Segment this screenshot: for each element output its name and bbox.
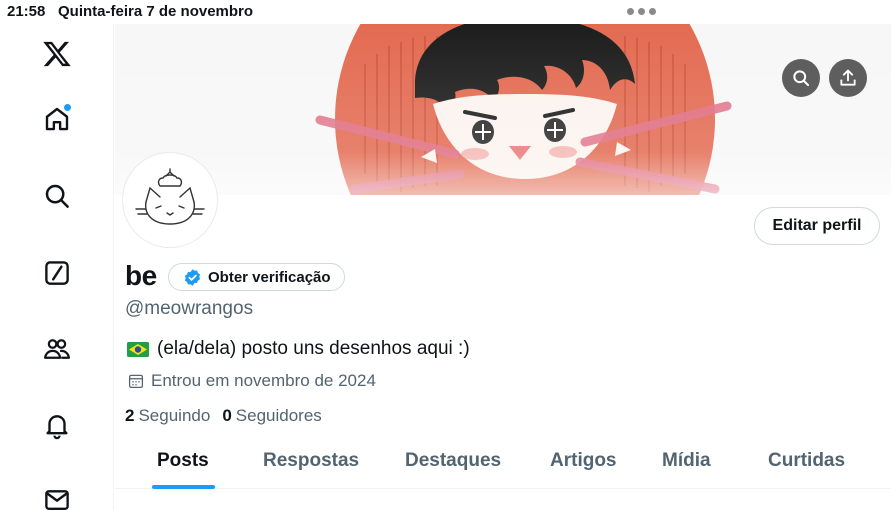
status-bar: 21:58 Quinta-feira 7 de novembro — [0, 0, 893, 24]
multitasking-dots-icon[interactable] — [627, 8, 656, 15]
communities-icon[interactable] — [39, 331, 75, 367]
tab-articles[interactable]: Artigos — [550, 450, 617, 472]
edit-profile-button[interactable]: Editar perfil — [754, 207, 880, 245]
followers-count: 0 — [222, 406, 232, 425]
brazil-flag-icon — [127, 341, 149, 357]
status-date: Quinta-feira 7 de novembro — [58, 3, 254, 20]
search-icon[interactable] — [39, 178, 75, 214]
cat-drawing-avatar — [135, 168, 205, 225]
profile-banner[interactable] — [115, 24, 891, 195]
banner-illustration — [115, 24, 891, 195]
active-tab-indicator — [152, 485, 215, 489]
bio: (ela/dela) posto uns desenhos aqui :) — [127, 338, 470, 360]
user-handle: @meowrangos — [125, 298, 254, 319]
follow-stats: 2 Seguindo 0 Seguidores — [125, 406, 322, 426]
notifications-icon[interactable] — [39, 407, 75, 443]
tab-media[interactable]: Mídia — [662, 450, 711, 472]
followers-link[interactable]: 0 Seguidores — [222, 406, 321, 426]
tab-likes[interactable]: Curtidas — [768, 450, 845, 472]
x-logo-icon[interactable] — [39, 36, 75, 72]
search-icon[interactable] — [782, 59, 820, 97]
calendar-icon — [128, 374, 144, 389]
sidebar — [0, 24, 114, 510]
get-verified-label: Obter verificação — [208, 268, 331, 286]
following-link[interactable]: 2 Seguindo — [125, 406, 210, 426]
profile-tabs: Posts Respostas Destaques Artigos Mídia … — [115, 436, 891, 489]
compose-icon[interactable] — [39, 255, 75, 291]
bio-text: (ela/dela) posto uns desenhos aqui :) — [157, 338, 470, 359]
join-date-text: Entrou em novembro de 2024 — [151, 371, 376, 390]
share-icon[interactable] — [829, 59, 867, 97]
join-date: Entrou em novembro de 2024 — [127, 371, 376, 391]
avatar[interactable] — [123, 153, 217, 247]
notification-dot — [64, 104, 71, 111]
tab-replies[interactable]: Respostas — [263, 450, 359, 472]
following-count: 2 — [125, 406, 135, 425]
messages-icon[interactable] — [39, 482, 75, 510]
display-name: be — [125, 260, 157, 291]
tab-posts[interactable]: Posts — [157, 450, 209, 472]
get-verified-button[interactable]: Obter verificação — [168, 263, 345, 291]
following-label: Seguindo — [138, 406, 211, 425]
status-time: 21:58 — [7, 3, 46, 20]
tab-highlights[interactable]: Destaques — [405, 450, 501, 472]
followers-label: Seguidores — [235, 406, 322, 425]
home-icon[interactable] — [39, 101, 75, 137]
verified-badge-icon — [184, 268, 201, 286]
